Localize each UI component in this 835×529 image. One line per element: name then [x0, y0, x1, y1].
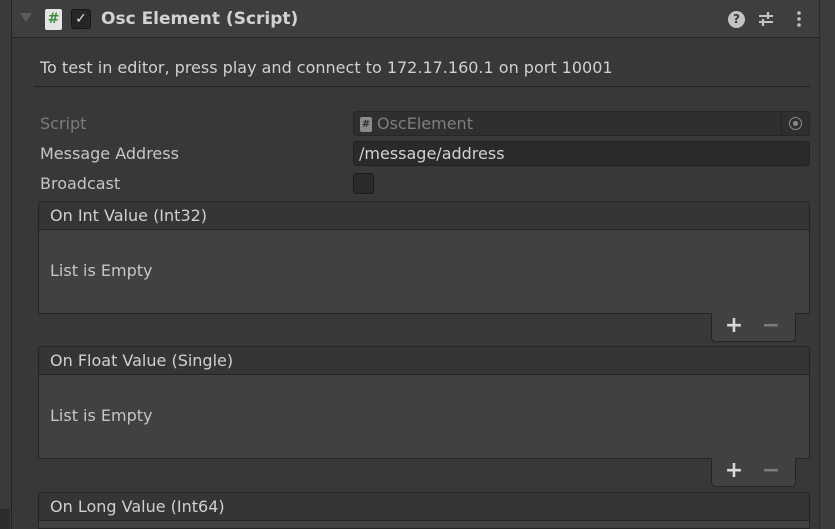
- help-icon[interactable]: ?: [728, 11, 745, 28]
- target-dot: [793, 121, 798, 126]
- component-title: Osc Element (Script): [101, 9, 299, 29]
- info-message: To test in editor, press play and connec…: [40, 58, 613, 77]
- foldout-triangle-icon[interactable]: [20, 13, 32, 22]
- script-object-field[interactable]: # OscElement: [353, 111, 810, 136]
- event-header-long: On Long Value (Int64): [38, 492, 810, 521]
- component-enabled-checkbox[interactable]: ✓: [71, 9, 91, 29]
- kebab-menu-icon[interactable]: [789, 9, 809, 29]
- object-picker-button[interactable]: [781, 112, 809, 135]
- message-address-field[interactable]: [353, 141, 810, 166]
- gutter-tab: [0, 509, 10, 529]
- event-title: On Int Value (Int32): [50, 206, 208, 225]
- broadcast-label: Broadcast: [40, 174, 121, 193]
- broadcast-checkbox[interactable]: [353, 173, 374, 194]
- message-address-label: Message Address: [40, 144, 179, 163]
- event-list-int: List is Empty: [38, 230, 810, 314]
- event-list-float: List is Empty: [38, 375, 810, 459]
- empty-list-text: List is Empty: [50, 261, 153, 280]
- event-list-long: [38, 521, 810, 529]
- message-address-input[interactable]: [354, 142, 809, 165]
- left-gutter: [0, 0, 12, 529]
- remove-item-button[interactable]: −: [760, 458, 782, 484]
- script-icon: #: [45, 9, 62, 30]
- remove-item-button[interactable]: −: [760, 313, 782, 339]
- empty-list-text: List is Empty: [50, 406, 153, 425]
- add-item-button[interactable]: +: [723, 313, 745, 339]
- add-item-button[interactable]: +: [723, 458, 745, 484]
- event-title: On Long Value (Int64): [50, 497, 225, 516]
- event-header-float: On Float Value (Single): [38, 346, 810, 375]
- inspector-panel: # ✓ Osc Element (Script) ? To test in ed…: [0, 0, 835, 529]
- scrollbar[interactable]: [819, 0, 835, 529]
- component-header[interactable]: # ✓ Osc Element (Script) ?: [12, 0, 819, 38]
- script-object-value: OscElement: [377, 114, 473, 133]
- event-header-int: On Int Value (Int32): [38, 201, 810, 230]
- event-list-footer-int: + −: [711, 313, 796, 342]
- event-title: On Float Value (Single): [50, 351, 234, 370]
- event-list-footer-float: + −: [711, 458, 796, 487]
- divider: [34, 86, 810, 87]
- script-file-icon: #: [360, 117, 372, 132]
- script-label: Script: [40, 114, 87, 133]
- presets-sliders-icon[interactable]: [756, 9, 776, 29]
